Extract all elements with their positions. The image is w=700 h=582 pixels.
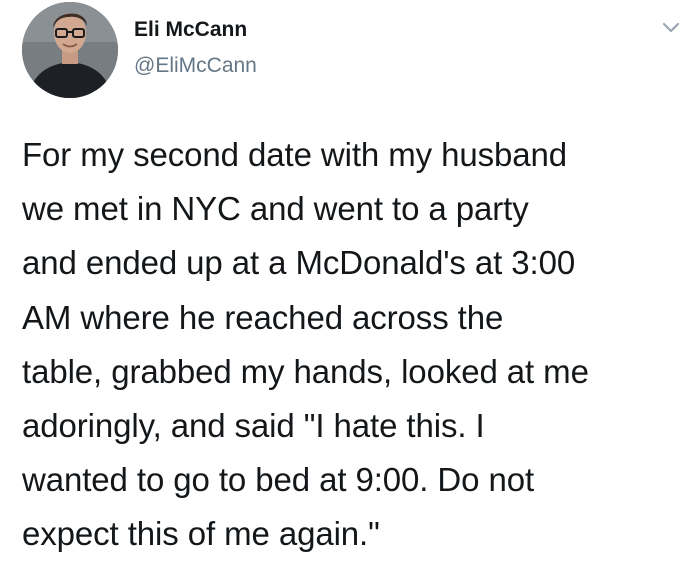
tweet-text: For my second date with my husband we me…: [22, 128, 694, 562]
tweet-text-line: and ended up at a McDonald's at 3:00: [22, 244, 576, 282]
tweet-text-line: adoringly, and said "I hate this. I: [22, 407, 485, 445]
tweet-text-line: table, grabbed my hands, looked at me: [22, 352, 589, 390]
author-handle[interactable]: @EliMcCann: [134, 54, 257, 78]
user-avatar[interactable]: [22, 2, 118, 98]
chevron-down-icon[interactable]: [658, 20, 684, 36]
tweet-text-line: AM where he reached across the: [22, 298, 504, 336]
tweet-text-line: expect this of me again.": [22, 515, 380, 553]
user-avatar-photo: [22, 2, 118, 98]
author-name[interactable]: Eli McCann: [134, 18, 247, 42]
tweet-text-line: For my second date with my husband: [22, 136, 568, 173]
tweet-text-line: wanted to go to bed at 9:00. Do not: [22, 461, 535, 499]
tweet-card: Eli McCann @EliMcCann For my second date…: [0, 0, 700, 582]
tweet-text-line: we met in NYC and went to a party: [22, 190, 529, 228]
